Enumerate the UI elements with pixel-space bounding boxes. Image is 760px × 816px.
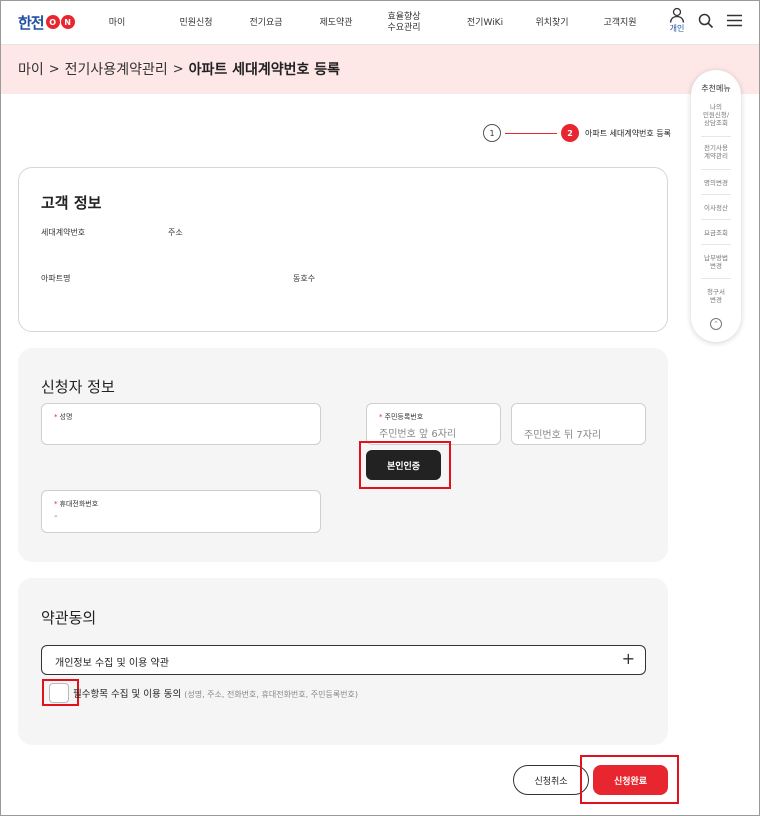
search-icon[interactable]: [698, 13, 714, 29]
top-header: 한전 O N 마이 민원신청 전기요금 제도약관 효율향상 수요관리 전기WiK…: [1, 1, 759, 45]
terms-title: 약관동의: [41, 609, 97, 627]
side-item-bill-change[interactable]: 청구서 변경: [699, 288, 733, 304]
required-mark: *: [54, 413, 58, 421]
breadcrumb: 마이 > 전기사용계약관리 > 아파트 세대계약번호 등록: [18, 59, 340, 79]
customer-info-title: 고객 정보: [41, 194, 102, 212]
agree-label-text: 필수항목 수집 및 이용 동의: [73, 689, 182, 700]
breadcrumb-separator: >: [172, 61, 184, 77]
logo-on: O N: [45, 15, 75, 29]
logo-on-n: N: [60, 15, 75, 29]
nav-location[interactable]: 위치찾기: [525, 1, 579, 45]
customer-info-card: 고객 정보 세대계약번호 주소 아파트명 동호수: [18, 167, 668, 332]
kepco-logo[interactable]: 한전 O N: [18, 11, 75, 33]
side-item-payment-method[interactable]: 납부방법 변경: [699, 254, 733, 270]
rrn-label: * 주민등록번호: [379, 412, 423, 422]
rrn-label-text: 주민등록번호: [384, 413, 424, 421]
applicant-info-title: 신청자 정보: [41, 378, 115, 396]
user-menu[interactable]: 개인: [665, 7, 689, 34]
highlight-submit-button: [580, 755, 679, 804]
recommended-menu: 추천메뉴 나의 민원신청/ 상담조회 전기사용 계약관리 명의변경 이사정산 요…: [691, 70, 741, 342]
step-2-circle: 2: [561, 124, 579, 142]
rrn-front-placeholder: 주민번호 앞 6자리: [379, 429, 457, 440]
breadcrumb-item-contract[interactable]: 전기사용계약관리: [65, 59, 168, 79]
name-label: * 성명: [54, 412, 72, 422]
privacy-terms-accordion[interactable]: 개인정보 수집 및 이용 약관 +: [41, 645, 646, 675]
side-item-name-change[interactable]: 명의변경: [699, 179, 733, 187]
phone-field[interactable]: * 휴대전화번호 -: [41, 490, 321, 533]
rrn-back-placeholder: 주민번호 뒤 7자리: [524, 430, 602, 441]
menu-icon[interactable]: [727, 13, 742, 28]
side-divider: [701, 194, 731, 195]
user-icon: [669, 7, 685, 23]
side-divider: [701, 244, 731, 245]
recommended-menu-title: 추천메뉴: [701, 84, 731, 93]
side-item-contract[interactable]: 전기사용 계약관리: [699, 144, 733, 160]
step-2-label: 아파트 세대계약번호 등록: [585, 129, 672, 138]
breadcrumb-item-my[interactable]: 마이: [18, 59, 44, 79]
address-label: 주소: [168, 228, 183, 237]
rrn-front-field[interactable]: * 주민등록번호 주민번호 앞 6자리: [366, 403, 501, 445]
nav-efficiency[interactable]: 효율향상 수요관리: [375, 1, 433, 45]
step-connector: [505, 133, 557, 134]
name-field[interactable]: * 성명: [41, 403, 321, 445]
side-divider: [701, 278, 731, 279]
phone-label: * 휴대전화번호: [54, 499, 98, 509]
chevron-up-icon[interactable]: ⌃: [710, 318, 722, 330]
breadcrumb-current: 아파트 세대계약번호 등록: [188, 62, 341, 78]
plus-icon[interactable]: +: [622, 649, 635, 668]
contract-no-label: 세대계약번호: [41, 228, 86, 237]
cancel-request-button[interactable]: 신청취소: [513, 765, 589, 795]
nav-electric-fee[interactable]: 전기요금: [239, 1, 293, 45]
logo-on-o: O: [45, 15, 60, 29]
user-label: 개인: [669, 24, 685, 33]
side-item-fee-inquiry[interactable]: 요금조회: [699, 229, 733, 237]
side-divider: [701, 136, 731, 137]
required-mark: *: [54, 500, 58, 508]
breadcrumb-band: 마이 > 전기사용계약관리 > 아파트 세대계약번호 등록: [1, 45, 759, 94]
nav-support[interactable]: 고객지원: [593, 1, 647, 45]
agree-detail: (성명, 주소, 전화번호, 휴대전화번호, 주민등록번호): [184, 690, 359, 699]
highlight-verify-button: [359, 441, 451, 489]
breadcrumb-separator: >: [48, 61, 60, 77]
privacy-terms-label: 개인정보 수집 및 이용 약관: [55, 658, 169, 669]
dong-ho-label: 동호수: [293, 274, 316, 283]
step-1-circle: 1: [483, 124, 501, 142]
phone-value: -: [54, 511, 58, 522]
nav-civil-request[interactable]: 민원신청: [169, 1, 223, 45]
rrn-back-field[interactable]: 주민번호 뒤 7자리: [511, 403, 646, 445]
side-divider: [701, 219, 731, 220]
side-item-my-requests[interactable]: 나의 민원신청/ 상담조회: [699, 103, 733, 127]
required-mark: *: [379, 413, 383, 421]
name-label-text: 성명: [59, 413, 73, 421]
apt-name-label: 아파트명: [41, 274, 71, 283]
nav-wiki[interactable]: 전기WiKi: [456, 1, 514, 45]
phone-label-text: 휴대전화번호: [59, 500, 99, 508]
side-divider: [701, 169, 731, 170]
side-item-move-settlement[interactable]: 이사정산: [699, 204, 733, 212]
agree-label[interactable]: 필수항목 수집 및 이용 동의 (성명, 주소, 전화번호, 휴대전화번호, 주민…: [73, 686, 358, 700]
nav-policy-terms[interactable]: 제도약관: [309, 1, 363, 45]
logo-text: 한전: [18, 13, 45, 32]
nav-my[interactable]: 마이: [97, 1, 137, 45]
